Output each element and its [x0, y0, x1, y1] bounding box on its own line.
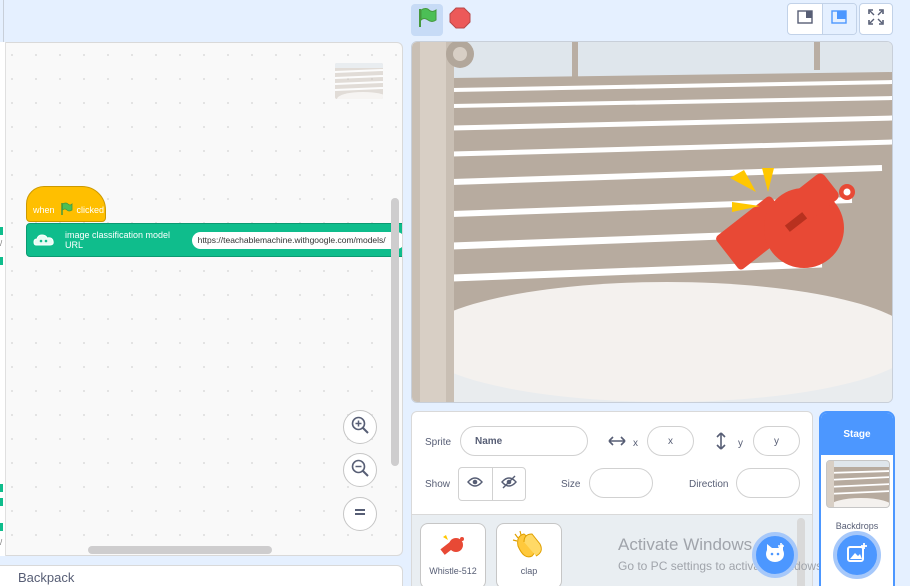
zoom-in-icon [350, 415, 370, 440]
fullscreen-button[interactable] [859, 3, 893, 35]
show-hidden-button[interactable] [491, 468, 526, 500]
zoom-reset-icon [352, 504, 368, 525]
large-stage-button[interactable] [821, 4, 856, 34]
model-url-input[interactable]: https://teachablemachine.withgoogle.com/… [191, 231, 402, 249]
x-position-icon [608, 434, 626, 453]
when-flag-clicked-block[interactable]: when clicked [26, 186, 106, 222]
eye-icon [467, 475, 484, 493]
green-flag-icon [416, 7, 438, 34]
small-stage-icon [797, 9, 813, 29]
palette-block-edge [0, 498, 3, 506]
cat-plus-icon [764, 542, 786, 569]
size-label: Size [561, 479, 581, 490]
clap-thumbnail [497, 524, 561, 566]
palette-block-edge [0, 523, 3, 531]
stage-header: Stage [821, 413, 893, 455]
backpack-header[interactable]: Backpack [0, 565, 403, 586]
y-position-icon [715, 432, 727, 455]
image-classification-model-url-block[interactable]: image classification model URL https://t… [26, 223, 402, 257]
zoom-out-button[interactable] [343, 453, 377, 487]
code-area-sprite-thumbnail [335, 63, 383, 99]
y-label: y [738, 438, 743, 449]
whistle-thumbnail [421, 524, 485, 566]
choose-sprite-button[interactable] [752, 532, 798, 578]
ml-extension-icon [33, 233, 55, 247]
sprite-name-input[interactable]: Name [460, 426, 588, 456]
sprite-tile-name: Whistle-512 [429, 566, 477, 576]
sprite-tile-clap[interactable]: clap [496, 523, 562, 586]
x-input[interactable]: x [647, 426, 694, 456]
green-flag-button[interactable] [411, 4, 443, 36]
show-label: Show [425, 479, 451, 490]
green-flag-icon [59, 202, 73, 218]
code-area[interactable]: when clicked image classification model … [0, 42, 403, 556]
x-label: x [633, 438, 638, 449]
sprite-label: Sprite [425, 437, 452, 448]
vertical-scrollbar[interactable] [391, 198, 399, 466]
horizontal-scrollbar[interactable] [88, 546, 272, 554]
stop-icon [449, 7, 471, 34]
backdrop-thumbnail [826, 460, 890, 508]
sprite-list-scrollbar[interactable] [797, 518, 805, 586]
stage-size-toggle [787, 3, 857, 35]
palette-block-edge [0, 227, 3, 235]
size-input[interactable] [589, 468, 653, 498]
small-stage-button[interactable] [788, 4, 822, 34]
sprite-tile-name: clap [520, 566, 538, 576]
palette-text-edge: / [0, 239, 3, 248]
eye-slash-icon [500, 475, 517, 494]
show-visible-button[interactable] [459, 468, 492, 500]
activate-windows-title: Activate Windows [618, 535, 753, 554]
palette-block-edge [0, 484, 3, 492]
direction-input[interactable] [736, 468, 800, 498]
stop-button[interactable] [446, 5, 474, 35]
hat-when-label: when [33, 205, 55, 215]
choose-backdrop-button[interactable] [833, 531, 881, 579]
block-palette-edge [0, 42, 6, 556]
stage-selector[interactable]: Stage Backdrops [819, 411, 895, 586]
image-plus-icon [846, 542, 868, 569]
show-toggle [458, 467, 526, 501]
palette-block-edge [0, 257, 3, 265]
sprite-info: Sprite Name x x y y Show Size Direction [412, 412, 812, 514]
zoom-out-icon [350, 458, 370, 483]
zoom-reset-button[interactable] [343, 497, 377, 531]
backdrops-label: Backdrops [835, 521, 879, 531]
hat-clicked-label: clicked [76, 205, 105, 215]
sprite-tile-whistle[interactable]: Whistle-512 [420, 523, 486, 586]
y-input[interactable]: y [753, 426, 800, 456]
direction-label: Direction [689, 479, 729, 490]
backpack-label: Backpack [18, 570, 75, 585]
zoom-in-button[interactable] [343, 410, 377, 444]
tab-edge [0, 0, 4, 44]
palette-text-edge: / [0, 538, 3, 547]
stage-canvas[interactable] [411, 41, 893, 403]
ml-block-label: image classification model URL [65, 230, 171, 250]
large-stage-icon [831, 9, 847, 29]
fullscreen-icon [868, 8, 884, 30]
